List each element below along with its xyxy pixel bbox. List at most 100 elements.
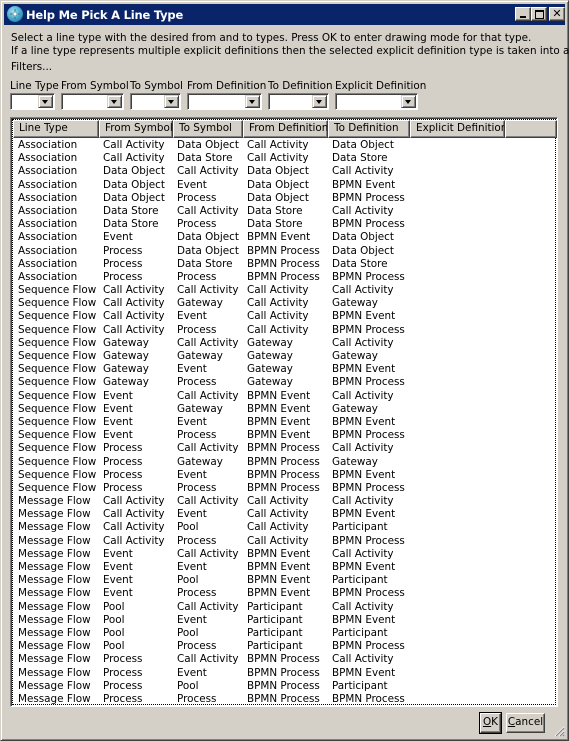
- table-row[interactable]: Sequence Flow Call Activity Process Call Ac…: [13, 324, 557, 337]
- cell-from-symbol: Event: [103, 587, 133, 600]
- column-header-to-definition[interactable]: To Definition: [328, 120, 410, 138]
- cell-to-symbol: Call Activity: [177, 442, 239, 455]
- table-row[interactable]: Message Flow Event Process BPMN Event BPMN P…: [13, 587, 557, 600]
- cell-line-type: Sequence Flow: [18, 363, 97, 376]
- cell-from-definition: Gateway: [247, 350, 293, 362]
- cell-from-symbol: Process: [103, 481, 143, 494]
- column-header-to-symbol[interactable]: To Symbol: [173, 120, 243, 138]
- cell-to-definition: BPMN Event: [332, 468, 396, 481]
- cell-to-symbol: Gateway: [177, 402, 223, 415]
- table-row[interactable]: Message Flow Event Event BPMN Event BPMN Eve…: [13, 561, 557, 574]
- cell-from-definition: BPMN Process: [247, 692, 320, 705]
- line-type-filter-select[interactable]: [10, 93, 55, 110]
- chevron-down-icon[interactable]: [107, 95, 122, 108]
- table-row[interactable]: Message Flow Process Pool BPMN Process Parti…: [13, 680, 557, 693]
- table-row[interactable]: Association Data Object Event Data Object BP…: [13, 179, 557, 192]
- table-row[interactable]: Message Flow Event Call Activity BPMN Event…: [13, 548, 557, 561]
- cell-to-definition: BPMN Process: [332, 191, 405, 204]
- resize-grip-icon[interactable]: [553, 725, 565, 737]
- ok-button[interactable]: OK: [479, 712, 502, 734]
- table-row[interactable]: Message Flow Event Pool BPMN Event Participa…: [13, 574, 557, 587]
- cell-to-definition: Gateway: [332, 350, 378, 362]
- column-header-line-type[interactable]: Line Type: [13, 120, 99, 138]
- table-row[interactable]: Association Process Data Object BPMN Proces…: [13, 245, 557, 258]
- table-row[interactable]: Sequence Flow Process Process BPMN Process B…: [13, 482, 557, 495]
- from-definition-filter-select[interactable]: [187, 93, 262, 110]
- cell-to-definition: BPMN Process: [332, 270, 405, 283]
- table-row[interactable]: Sequence Flow Gateway Gateway Gateway Gatewa…: [13, 350, 557, 363]
- table-row[interactable]: Sequence Flow Event Call Activity BPMN Even…: [13, 390, 557, 403]
- table-row[interactable]: Association Data Object Call Activity Data …: [13, 165, 557, 178]
- table-row[interactable]: Association Process Process BPMN Process BPM…: [13, 271, 557, 284]
- chevron-down-icon[interactable]: [312, 95, 327, 108]
- table-row[interactable]: Message Flow Call Activity Pool Call Activi…: [13, 521, 557, 534]
- to-definition-filter-select[interactable]: [268, 93, 329, 110]
- cell-from-definition: Participant: [247, 626, 303, 639]
- chevron-down-icon[interactable]: [245, 95, 260, 108]
- cell-line-type: Sequence Flow: [18, 455, 97, 468]
- ok-mnemonic: O: [482, 716, 492, 728]
- cell-line-type: Association: [18, 139, 78, 151]
- table-row[interactable]: Association Data Store Call Activity Data S…: [13, 205, 557, 218]
- table-row[interactable]: Association Data Store Process Data Store BP…: [13, 218, 557, 231]
- table-row[interactable]: Sequence Flow Event Process BPMN Event BPMN …: [13, 429, 557, 442]
- maximize-button[interactable]: [531, 7, 547, 21]
- table-row[interactable]: Sequence Flow Call Activity Gateway Call Ac…: [13, 297, 557, 310]
- table-row[interactable]: Association Event Data Object BPMN Event Dat…: [13, 231, 557, 244]
- table-row[interactable]: Sequence Flow Gateway Process Gateway BPMN P…: [13, 376, 557, 389]
- table-row[interactable]: Sequence Flow Event Gateway BPMN Event Gatew…: [13, 403, 557, 416]
- cell-to-definition: Data Object: [332, 244, 394, 257]
- cell-to-definition: Call Activity: [332, 442, 394, 455]
- minimize-button[interactable]: [515, 7, 531, 21]
- table-row[interactable]: Sequence Flow Gateway Call Activity Gateway…: [13, 337, 557, 350]
- close-button[interactable]: ✕: [549, 7, 565, 21]
- cell-from-symbol: Pool: [103, 626, 125, 639]
- table-row[interactable]: Message Flow Call Activity Process Call Act…: [13, 535, 557, 548]
- chevron-down-icon[interactable]: [164, 95, 179, 108]
- cell-from-definition: Call Activity: [247, 139, 309, 151]
- cell-from-definition: BPMN Process: [247, 455, 320, 468]
- table-row[interactable]: Association Process Data Store BPMN Process…: [13, 258, 557, 271]
- table-row[interactable]: Message Flow Process Event BPMN Process BPMN…: [13, 667, 557, 680]
- chevron-down-icon[interactable]: [38, 95, 53, 108]
- table-row[interactable]: Sequence Flow Call Activity Call Activity C…: [13, 284, 557, 297]
- cell-from-symbol: Process: [103, 692, 143, 705]
- table-row[interactable]: Message Flow Pool Process Participant BPMN P…: [13, 640, 557, 653]
- table-row[interactable]: Message Flow Process Process BPMN Process BP…: [13, 693, 557, 706]
- table-row[interactable]: Sequence Flow Gateway Event Gateway BPMN Eve…: [13, 363, 557, 376]
- table-row[interactable]: Message Flow Call Activity Event Call Activ…: [13, 508, 557, 521]
- table-row[interactable]: Sequence Flow Process Event BPMN Process BPM…: [13, 469, 557, 482]
- cell-from-symbol: Process: [103, 257, 143, 270]
- column-header-from-symbol[interactable]: From Symbol: [99, 120, 173, 138]
- cell-line-type: Sequence Flow: [18, 402, 97, 415]
- line-type-list[interactable]: Line Type From Symbol To Symbol From Def…: [10, 117, 558, 707]
- table-row[interactable]: Association Call Activity Data Object Call …: [13, 139, 557, 152]
- column-header-from-definition[interactable]: From Definition: [243, 120, 328, 138]
- explicit-definition-filter-select[interactable]: [335, 93, 418, 110]
- table-row[interactable]: Sequence Flow Event Event BPMN Event BPMN Ev…: [13, 416, 557, 429]
- filter-label-to-symbol: To Symbol: [130, 80, 183, 92]
- cell-line-type: Association: [18, 257, 78, 270]
- table-row[interactable]: Message Flow Call Activity Call Activity Ca…: [13, 495, 557, 508]
- cell-line-type: Association: [18, 152, 78, 165]
- chevron-down-icon[interactable]: [401, 95, 416, 108]
- table-row[interactable]: Association Call Activity Data Store Call A…: [13, 152, 557, 165]
- cancel-button[interactable]: Cancel: [506, 713, 545, 733]
- from-symbol-filter-select[interactable]: [61, 93, 124, 110]
- table-row[interactable]: Sequence Flow Call Activity Event Call Acti…: [13, 310, 557, 323]
- cell-line-type: Message Flow: [18, 692, 91, 705]
- table-row[interactable]: Message Flow Process Call Activity BPMN Pro…: [13, 653, 557, 666]
- table-row[interactable]: Sequence Flow Process Call Activity BPMN Pr…: [13, 442, 557, 455]
- title-bar[interactable]: Help Me Pick A Line Type ✕: [4, 4, 565, 25]
- to-symbol-filter-select[interactable]: [130, 93, 181, 110]
- table-row[interactable]: Message Flow Pool Pool Participant Participa…: [13, 627, 557, 640]
- table-row[interactable]: Message Flow Pool Call Activity Participant…: [13, 601, 557, 614]
- minimize-icon: [520, 16, 526, 18]
- cell-to-symbol: Event: [177, 310, 207, 323]
- table-row[interactable]: Message Flow Pool Event Participant BPMN Eve…: [13, 614, 557, 627]
- cell-line-type: Sequence Flow: [18, 297, 97, 310]
- cell-from-symbol: Call Activity: [103, 139, 165, 151]
- table-row[interactable]: Association Data Object Process Data Object…: [13, 192, 557, 205]
- column-header-explicit-definition[interactable]: Explicit Definition: [410, 120, 505, 138]
- table-row[interactable]: Sequence Flow Process Gateway BPMN Process G…: [13, 456, 557, 469]
